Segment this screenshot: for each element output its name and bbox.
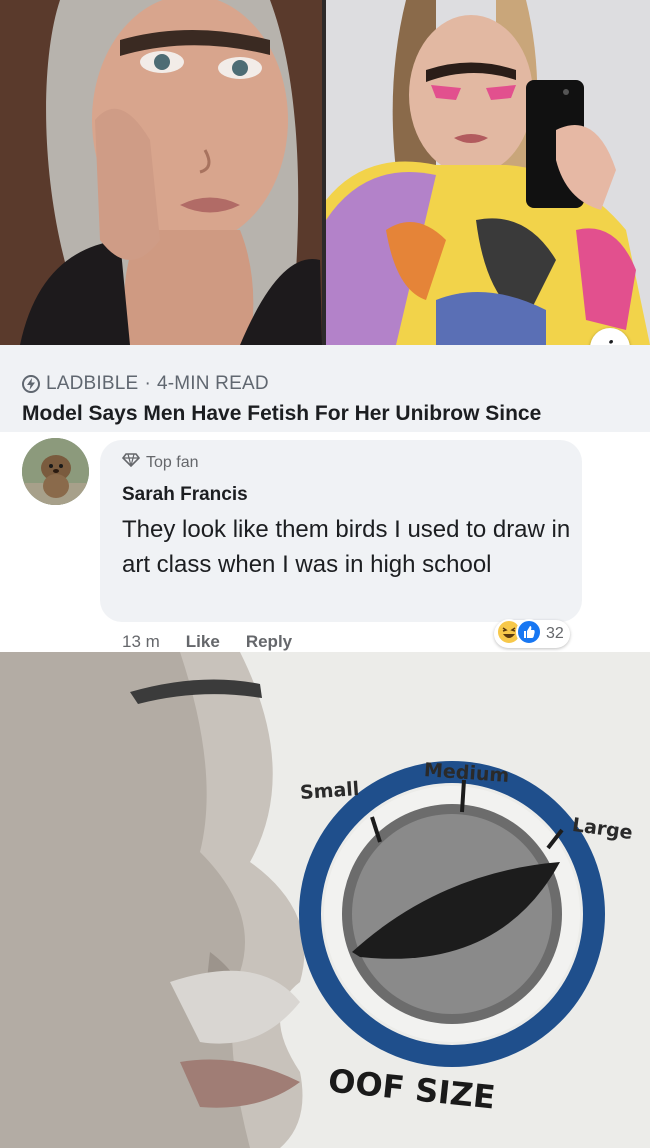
comment-actions: 13 m Like Reply <box>122 632 318 652</box>
photo-left[interactable] <box>0 0 322 345</box>
meme-image[interactable]: Small Medium Large OOF SIZE <box>0 652 650 1148</box>
avatar-image <box>22 438 89 505</box>
portrait-left-image <box>0 0 322 345</box>
reaction-summary[interactable]: 32 <box>494 618 570 650</box>
comment-text: They look like them birds I used to draw… <box>122 516 571 578</box>
post-photo-collage[interactable] <box>0 0 650 345</box>
comment-time[interactable]: 13 m <box>122 632 160 652</box>
photo-right[interactable] <box>326 0 650 345</box>
reaction-count: 32 <box>546 625 564 642</box>
link-source: LADBIBLE <box>46 373 139 394</box>
like-icon <box>516 618 542 650</box>
oof-size-meme-image <box>0 652 650 1148</box>
portrait-right-image <box>326 0 650 345</box>
diamond-icon <box>121 453 141 472</box>
separator-dot: · <box>144 373 151 394</box>
lightning-bolt-icon <box>22 375 40 393</box>
top-fan-badge: Top fan <box>121 453 199 472</box>
like-link[interactable]: Like <box>186 632 220 652</box>
dial-small-label: Small <box>299 777 361 805</box>
read-time: 4-MIN READ <box>156 373 269 394</box>
link-source-line: LADBIBLE · 4-MIN READ <box>22 373 269 395</box>
avatar[interactable] <box>22 438 89 505</box>
link-headline[interactable]: Model Says Men Have Fetish For Her Unibr… <box>22 402 541 426</box>
reply-link[interactable]: Reply <box>246 632 292 652</box>
comment-author[interactable]: Sarah Francis <box>122 484 248 506</box>
top-fan-label: Top fan <box>146 453 199 471</box>
